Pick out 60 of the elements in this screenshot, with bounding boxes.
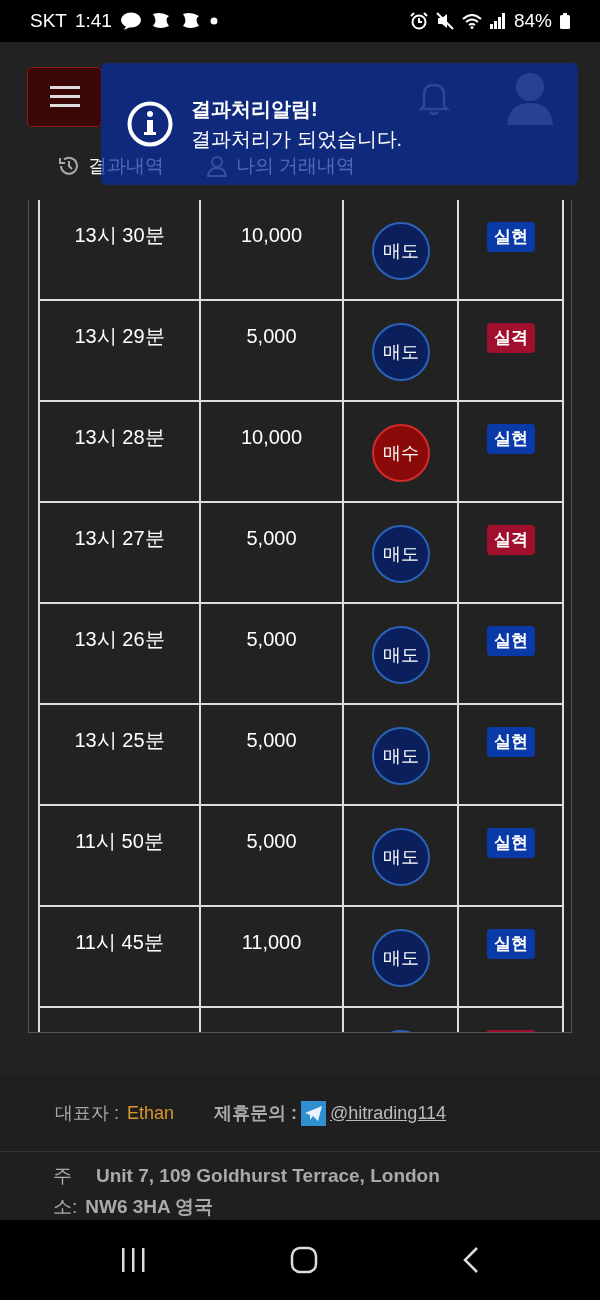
history-icon xyxy=(58,155,80,178)
trade-side-badge: 매도 xyxy=(371,525,430,583)
result-badge: 실현 xyxy=(486,828,535,858)
recent-apps-icon[interactable] xyxy=(120,1247,146,1273)
mute-icon xyxy=(435,12,454,30)
result-badge: 실현 xyxy=(486,626,535,656)
battery-text: 84% xyxy=(513,8,552,33)
toast-message: 결과처리가 되었습니다. xyxy=(191,127,403,152)
ceo-name: Ethan xyxy=(127,1101,175,1125)
battery-icon xyxy=(560,13,570,29)
trade-side-badge: 매도 xyxy=(371,828,430,886)
ceo-label: 대표자 : xyxy=(55,1101,119,1125)
trade-side-badge: 매도 xyxy=(371,626,430,684)
amount-cell: 5,000 xyxy=(246,325,297,347)
time-cell: 13시 28분 xyxy=(74,426,165,448)
amount-cell: 5,000 xyxy=(246,729,297,751)
time-cell: 13시 25분 xyxy=(74,729,165,751)
address-text: NW6 3HA 영국 xyxy=(85,1195,214,1219)
dot-icon xyxy=(209,17,218,25)
chat-bubble-icon xyxy=(119,12,142,30)
address-label: 소: xyxy=(53,1195,78,1219)
clock-text: 1:41 xyxy=(74,8,112,33)
time-cell: 11시 50분 xyxy=(75,830,164,852)
trade-side-badge: 매수 xyxy=(371,424,430,482)
toast-title: 결과처리알림! xyxy=(191,97,319,122)
time-cell: 11시 45분 xyxy=(75,931,164,953)
result-badge: 실현 xyxy=(486,727,535,757)
time-cell: 13시 30분 xyxy=(74,224,165,246)
trade-side-badge: 매도 xyxy=(371,727,430,785)
time-cell: 13시 27분 xyxy=(74,527,165,549)
amount-cell: 5,000 xyxy=(246,830,297,852)
wifi-icon xyxy=(461,13,482,29)
info-icon xyxy=(127,101,173,147)
menu-button[interactable] xyxy=(27,67,102,127)
trade-side-badge: 매도 xyxy=(371,222,430,280)
contact-label: 제휴문의 : xyxy=(214,1101,298,1125)
back-icon[interactable] xyxy=(462,1246,480,1274)
result-badge: 실현 xyxy=(486,424,535,454)
signal-icon xyxy=(489,13,506,29)
paper-plane-icon xyxy=(301,1100,327,1126)
time-cell: 13시 26분 xyxy=(74,628,165,650)
alarm-icon xyxy=(409,12,428,30)
menu-icon xyxy=(49,86,80,108)
amount-cell: 5,000 xyxy=(246,527,297,549)
telegram-link[interactable]: @hitrading114 xyxy=(330,1099,447,1127)
address-label: 주 xyxy=(53,1164,72,1188)
amount-cell: 10,000 xyxy=(240,224,303,246)
carrier-text: SKT xyxy=(30,8,67,33)
home-icon[interactable] xyxy=(290,1246,318,1274)
address-text: Unit 7, 109 Goldhurst Terrace, London xyxy=(96,1164,440,1188)
amount-cell: 5,000 xyxy=(246,628,297,650)
trade-side-badge: 매도 xyxy=(371,929,430,987)
result-badge: 실격 xyxy=(486,323,535,353)
result-badge: 실격 xyxy=(486,525,535,555)
amount-cell: 10,000 xyxy=(240,426,303,448)
result-badge: 실현 xyxy=(486,222,535,252)
time-cell: 13시 29분 xyxy=(74,325,165,347)
trade-side-badge: 매도 xyxy=(371,323,430,381)
result-badge: 실현 xyxy=(486,929,535,959)
amount-cell: 11,000 xyxy=(241,931,302,953)
